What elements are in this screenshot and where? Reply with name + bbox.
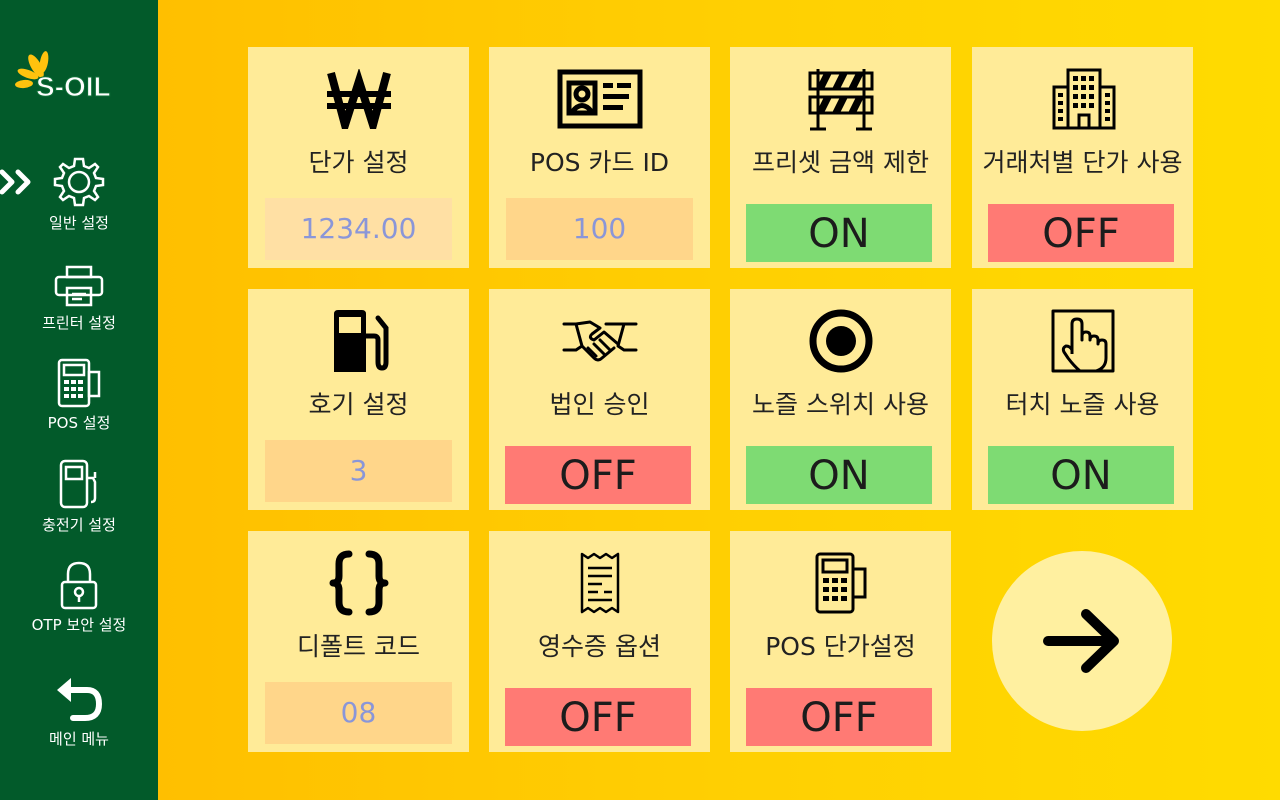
- tile-corporate-approval[interactable]: 법인 승인 OFF: [489, 289, 710, 510]
- tile-pos-card-id[interactable]: POS 카드 ID 100: [489, 47, 710, 268]
- barrier-icon: [808, 69, 873, 131]
- radio-button-icon: [809, 309, 872, 373]
- default-code-value[interactable]: 08: [265, 682, 452, 744]
- sidebar-item-otp[interactable]: OTP 보안 설정: [0, 560, 158, 635]
- tile-nozzle-switch[interactable]: 노즐 스위치 사용 ON: [730, 289, 951, 510]
- receipt-option-toggle[interactable]: OFF: [505, 688, 691, 746]
- nozzle-switch-toggle[interactable]: ON: [746, 446, 932, 504]
- receipt-icon: [580, 552, 619, 614]
- unit-price-value[interactable]: 1234.00: [265, 198, 452, 260]
- tile-preset-limit[interactable]: 프리셋 금액 제한 ON: [730, 47, 951, 268]
- tile-touch-nozzle[interactable]: 터치 노즐 사용 ON: [972, 289, 1193, 510]
- tile-label: 거래처별 단가 사용: [982, 148, 1183, 177]
- sidebar-item-label: 프린터 설정: [42, 314, 116, 332]
- tile-label: 영수증 옵션: [538, 632, 661, 661]
- sidebar-item-label: POS 설정: [47, 414, 111, 432]
- tile-pos-unit-price[interactable]: POS 단가설정 OFF: [730, 531, 951, 752]
- settings-panel: 단가 설정 1234.00 POS 카드 ID 100 프리셋 금액 제한 ON…: [158, 0, 1280, 800]
- printer-icon: [54, 265, 104, 307]
- charger-icon: [59, 459, 97, 509]
- tile-label: 법인 승인: [549, 390, 650, 419]
- gear-icon: [53, 157, 105, 207]
- tile-label: 노즐 스위치 사용: [752, 390, 929, 419]
- sidebar-item-general[interactable]: 일반 설정: [0, 156, 158, 233]
- next-page-button[interactable]: [992, 551, 1172, 731]
- tile-label: 단가 설정: [308, 148, 409, 177]
- tile-label: 디폴트 코드: [297, 632, 420, 661]
- svg-text:S-OIL: S-OIL: [36, 71, 111, 102]
- s-oil-logo: S-OIL: [14, 48, 144, 104]
- tile-label: 프리셋 금액 제한: [752, 148, 929, 177]
- corporate-approval-toggle[interactable]: OFF: [505, 446, 691, 504]
- building-icon: [1052, 68, 1115, 130]
- back-arrow-icon: [57, 678, 103, 721]
- touch-nozzle-toggle[interactable]: ON: [988, 446, 1174, 504]
- card-terminal-icon: [57, 358, 101, 408]
- tile-client-price[interactable]: 거래처별 단가 사용 OFF: [972, 47, 1193, 268]
- tile-unit-price[interactable]: 단가 설정 1234.00: [248, 47, 469, 268]
- unit-number-value[interactable]: 3: [265, 440, 452, 502]
- card-terminal-icon: [815, 552, 866, 614]
- client-price-toggle[interactable]: OFF: [988, 204, 1174, 262]
- tile-label: POS 카드 ID: [529, 148, 670, 177]
- sidebar-item-printer[interactable]: 프린터 설정: [0, 264, 158, 333]
- pos-unit-price-toggle[interactable]: OFF: [746, 688, 932, 746]
- handshake-icon: [562, 320, 637, 362]
- tile-unit-number[interactable]: 호기 설정 3: [248, 289, 469, 510]
- touch-icon: [1051, 309, 1114, 373]
- sidebar-item-label: 일반 설정: [49, 214, 109, 232]
- won-icon: [326, 69, 391, 129]
- sidebar-item-pos[interactable]: POS 설정: [0, 358, 158, 433]
- lock-icon: [60, 561, 98, 610]
- tile-receipt-option[interactable]: 영수증 옵션 OFF: [489, 531, 710, 752]
- sidebar-item-label: OTP 보안 설정: [31, 616, 127, 634]
- sidebar-item-main-menu[interactable]: 메인 메뉴: [0, 676, 158, 749]
- braces-icon: [329, 550, 388, 616]
- tile-label: 호기 설정: [308, 390, 409, 419]
- id-card-icon: [557, 69, 642, 129]
- preset-limit-toggle[interactable]: ON: [746, 204, 932, 262]
- fuel-pump-icon: [333, 310, 388, 372]
- tile-label: 터치 노즐 사용: [1005, 390, 1160, 419]
- sidebar-item-charger[interactable]: 충전기 설정: [0, 458, 158, 535]
- pos-card-id-value[interactable]: 100: [506, 198, 693, 260]
- sidebar-item-label: 메인 메뉴: [49, 730, 109, 748]
- sidebar-item-label: 충전기 설정: [42, 516, 116, 534]
- sidebar: S-OIL 일반 설정 프린터 설정 POS 설정 충전기 설정 OTP 보안 …: [0, 0, 158, 800]
- tile-label: POS 단가설정: [765, 632, 916, 661]
- tile-default-code[interactable]: 디폴트 코드 08: [248, 531, 469, 752]
- arrow-right-icon: [1043, 609, 1119, 673]
